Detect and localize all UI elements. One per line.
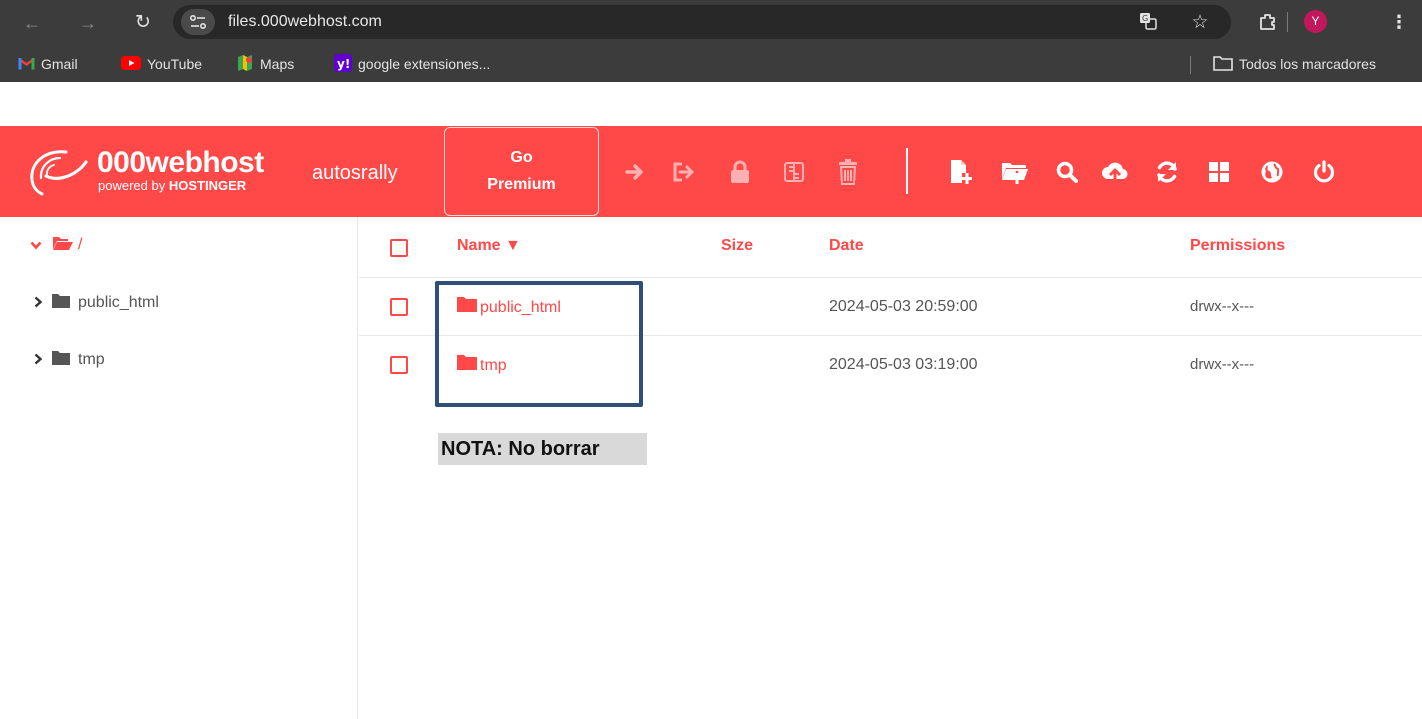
folder-open-icon [52, 235, 74, 256]
bookmark-label: Gmail [41, 56, 78, 72]
row-checkbox[interactable] [390, 298, 408, 316]
tree-item-label: public_html [78, 294, 159, 311]
grid-icon[interactable] [1204, 155, 1234, 189]
globe-icon[interactable] [1257, 155, 1287, 189]
reload-icon[interactable]: ↻ [133, 13, 153, 33]
go-premium-button[interactable]: Go Premium [444, 127, 599, 216]
all-bookmarks[interactable]: Todos los marcadores [1213, 54, 1376, 74]
column-header-name[interactable]: Name ▼ [457, 235, 521, 257]
bookmark-gmail[interactable]: Gmail [18, 54, 78, 74]
all-bookmarks-label: Todos los marcadores [1239, 56, 1376, 72]
lock-icon[interactable] [725, 155, 755, 189]
svg-text:G: G [1142, 14, 1148, 23]
column-header-size[interactable]: Size [721, 235, 753, 257]
archive-icon[interactable] [779, 155, 809, 189]
arrow-right-icon[interactable] [621, 155, 651, 189]
app-toolbar: 000webhost powered by HOSTINGER autosral… [0, 126, 1422, 217]
bookmark-label: Maps [260, 56, 295, 73]
refresh-icon[interactable] [1152, 155, 1182, 189]
bookmarks-bar: Gmail YouTube Maps y! google extensiones… [0, 44, 1422, 82]
row-checkbox[interactable] [390, 356, 408, 374]
toolbar-divider [906, 148, 908, 194]
folder-tree-sidebar: / public_html tmp [0, 217, 358, 719]
file-permissions: drwx--x--- [1190, 356, 1255, 373]
menu-kebab-icon[interactable]: ⋮ [1390, 12, 1408, 32]
bookmark-youtube[interactable]: YouTube [121, 54, 202, 74]
annotation-highlight-box [435, 281, 643, 407]
bookmarks-separator [1190, 56, 1191, 74]
new-file-icon[interactable] [946, 155, 976, 189]
toolbar-separator [1287, 12, 1288, 32]
tree-item-tmp[interactable]: tmp [0, 344, 358, 376]
address-bar[interactable]: files.000webhost.com G ☆ [173, 5, 1231, 39]
yahoo-icon: y! [334, 54, 352, 77]
file-permissions: drwx--x--- [1190, 298, 1255, 315]
brand-logo[interactable]: 000webhost powered by HOSTINGER [24, 146, 284, 196]
folder-outline-icon [1213, 55, 1233, 76]
brand-subtitle: powered by HOSTINGER [98, 178, 247, 193]
folder-icon [52, 293, 70, 313]
chevron-right-icon[interactable] [30, 352, 46, 368]
select-all-checkbox[interactable] [390, 239, 408, 257]
upload-cloud-icon[interactable] [1100, 155, 1130, 189]
file-date: 2024-05-03 20:59:00 [829, 298, 978, 315]
chevron-down-icon[interactable] [28, 237, 44, 253]
tree-root-folder[interactable]: / [0, 229, 358, 261]
bookmark-maps[interactable]: Maps [236, 54, 294, 74]
youtube-icon [121, 55, 141, 75]
folder-icon [52, 350, 70, 370]
translate-icon[interactable]: G [1137, 12, 1159, 34]
power-icon[interactable] [1309, 155, 1339, 189]
account-name: autosrally [312, 162, 398, 184]
maps-icon [236, 54, 254, 77]
svg-text:y!: y! [337, 57, 350, 71]
search-icon[interactable] [1052, 155, 1082, 189]
extensions-icon[interactable] [1258, 12, 1278, 37]
tree-item-public-html[interactable]: public_html [0, 287, 358, 319]
brand-name: 000webhost [97, 146, 264, 179]
swirl-logo-icon [30, 150, 88, 196]
site-info-icon[interactable] [181, 9, 215, 35]
bookmark-label: google extensiones... [358, 56, 491, 73]
browser-chrome: ← → ↻ files.000webhost.com G ☆ Y ⋮ Gmail [0, 0, 1422, 82]
sign-out-icon[interactable] [669, 155, 699, 189]
tree-item-label: tmp [78, 351, 105, 368]
file-date: 2024-05-03 03:19:00 [829, 356, 978, 373]
forward-icon[interactable]: → [78, 13, 98, 33]
bookmark-label: YouTube [147, 56, 203, 72]
profile-avatar[interactable]: Y [1304, 10, 1327, 33]
new-folder-icon[interactable] [1000, 155, 1030, 189]
url-text[interactable]: files.000webhost.com [228, 13, 382, 31]
trash-icon[interactable] [833, 155, 863, 189]
tree-root-label: / [78, 236, 83, 253]
bookmark-yahoo[interactable]: y! google extensiones... [334, 54, 490, 74]
bookmark-star-icon[interactable]: ☆ [1189, 12, 1211, 34]
annotation-note: NOTA: No borrar [438, 433, 647, 465]
back-icon[interactable]: ← [22, 13, 42, 33]
gmail-icon [18, 55, 35, 75]
column-header-date[interactable]: Date [829, 235, 864, 257]
chevron-right-icon[interactable] [30, 295, 46, 311]
column-header-permissions[interactable]: Permissions [1190, 235, 1285, 257]
